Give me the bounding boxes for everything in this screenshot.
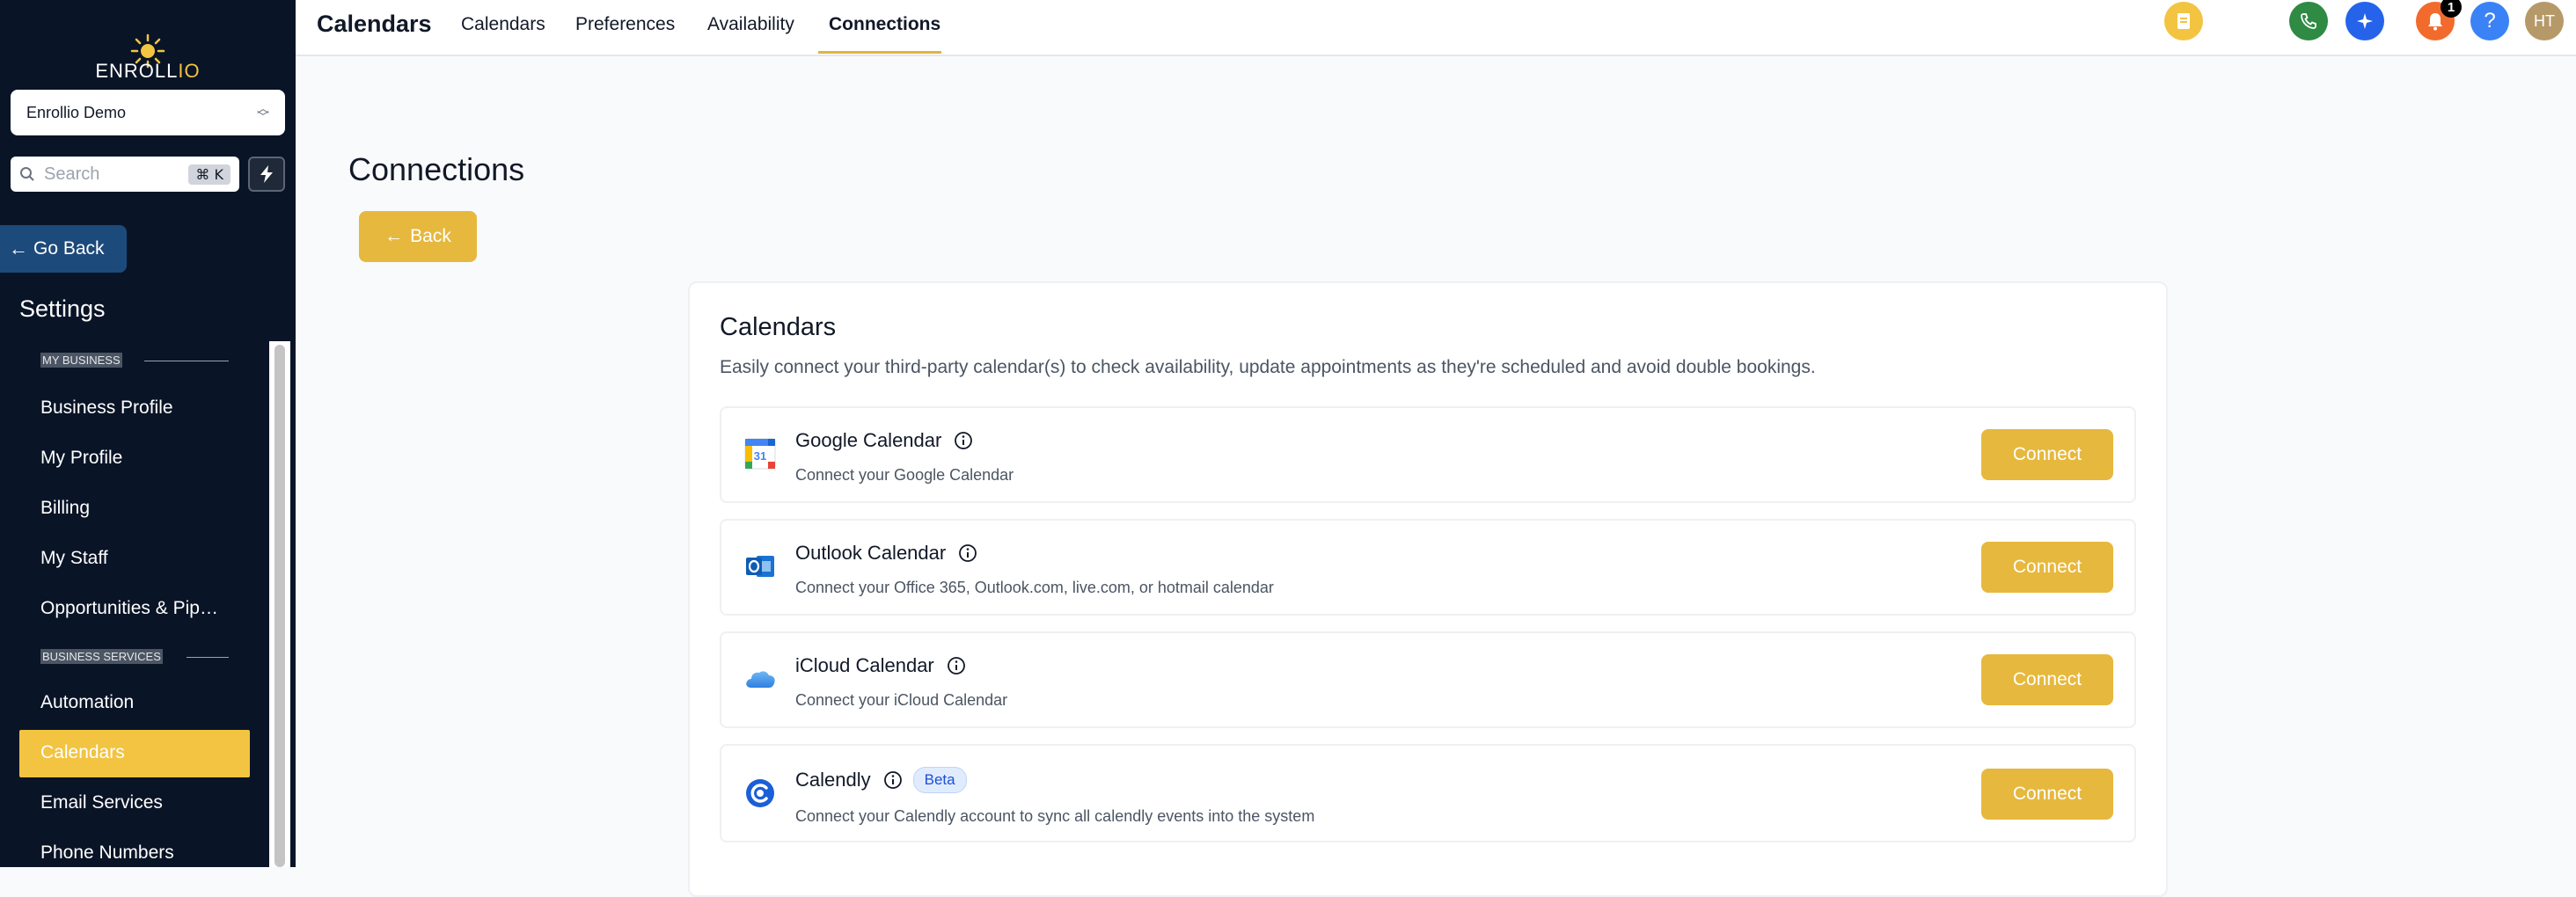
notifications-button[interactable]: 1 [2416, 0, 2462, 40]
section-label-my-business: MY BUSINESS [40, 353, 122, 368]
provider-name: iCloud Calendar [795, 654, 966, 677]
section-label-business-services: BUSINESS SERVICES [40, 649, 163, 664]
provider-name: Outlook Calendar [795, 542, 977, 565]
page-title: Calendars [317, 11, 432, 37]
card-description: Easily connect your third-party calendar… [720, 357, 1816, 377]
arrow-left-icon: ← [384, 226, 404, 246]
provider-subtitle: Connect your Calendly account to sync al… [795, 807, 1315, 825]
calendly-icon [746, 779, 774, 807]
search-input[interactable]: Search ⌘ K [11, 157, 239, 192]
sidebar-item-opportunities[interactable]: Opportunities & Pipe… [40, 598, 225, 619]
active-tab-indicator [818, 51, 941, 54]
settings-title: Settings [19, 295, 106, 322]
avatar-initials: HT [2534, 11, 2555, 30]
provider-row-google: 31 Google Calendar Connect your Google C… [720, 406, 2136, 503]
provider-row-icloud: iCloud Calendar Connect your iCloud Cale… [720, 631, 2136, 728]
arrow-left-icon: ← [9, 237, 28, 259]
location-select[interactable]: Enrollio Demo ︿ ﹀ [11, 90, 285, 135]
chevron-up-down-icon: ︿ ﹀ [257, 101, 269, 124]
sidebar-item-my-staff[interactable]: My Staff [40, 548, 225, 569]
notes-icon [2177, 13, 2190, 29]
help-button[interactable]: ? [2470, 2, 2509, 40]
search-placeholder: Search [44, 164, 100, 184]
go-back-label: Go Back [33, 238, 105, 259]
help-icon: ? [2484, 9, 2496, 33]
notes-button[interactable] [2164, 2, 2203, 40]
sidebar-item-my-profile[interactable]: My Profile [40, 448, 225, 469]
info-icon[interactable] [883, 770, 903, 790]
search-icon [20, 167, 34, 181]
location-name: Enrollio Demo [26, 103, 127, 121]
search-shortcut: ⌘ K [188, 164, 231, 185]
provider-row-outlook: Outlook Calendar Connect your Office 365… [720, 519, 2136, 616]
sidebar-item-business-profile[interactable]: Business Profile [40, 397, 225, 419]
icloud-icon [746, 671, 775, 688]
sparkle-icon [2357, 13, 2373, 29]
notification-count-badge: 1 [2441, 0, 2462, 18]
connect-google-button[interactable]: Connect [1981, 429, 2113, 480]
section-divider [187, 657, 229, 658]
info-icon[interactable] [954, 431, 973, 450]
page-heading: Connections [348, 151, 525, 187]
bell-icon [2428, 13, 2442, 31]
connect-outlook-button[interactable]: Connect [1981, 542, 2113, 593]
tab-preferences[interactable]: Preferences [575, 14, 675, 35]
sidebar: ENROLLIO Enrollio Demo ︿ ﹀ Search ⌘ K ← G… [0, 0, 296, 867]
provider-subtitle: Connect your Google Calendar [795, 466, 1014, 484]
sidebar-item-email-services[interactable]: Email Services [40, 792, 225, 813]
back-label: Back [410, 226, 451, 246]
provider-row-calendly: Calendly Beta Connect your Calendly acco… [720, 744, 2136, 842]
quick-action-button[interactable] [248, 157, 285, 192]
sidebar-item-automation[interactable]: Automation [40, 692, 225, 713]
logo-text: ENROLLIO [95, 60, 201, 82]
sidebar-scrollbar-thumb[interactable] [274, 345, 285, 867]
phone-button[interactable] [2289, 2, 2328, 40]
tab-connections[interactable]: Connections [829, 14, 940, 35]
outlook-icon [746, 556, 774, 577]
logo[interactable]: ENROLLIO [0, 16, 296, 82]
back-button[interactable]: ← Back [359, 211, 477, 262]
top-bar: Calendars Calendars Preferences Availabi… [296, 0, 2576, 56]
google-calendar-icon: 31 [744, 438, 776, 470]
ai-assistant-button[interactable] [2345, 2, 2384, 40]
sidebar-item-calendars[interactable]: Calendars [40, 742, 225, 763]
go-back-button[interactable]: ← Go Back [0, 225, 127, 273]
provider-name: Google Calendar [795, 429, 973, 452]
info-icon[interactable] [958, 543, 977, 563]
card-title: Calendars [720, 313, 837, 341]
beta-badge: Beta [912, 767, 967, 793]
connect-calendly-button[interactable]: Connect [1981, 769, 2113, 820]
bolt-icon [260, 165, 273, 183]
provider-name: Calendly Beta [795, 767, 967, 793]
tab-availability[interactable]: Availability [707, 14, 794, 35]
provider-subtitle: Connect your iCloud Calendar [795, 691, 1008, 709]
svg-text:31: 31 [754, 449, 766, 463]
avatar[interactable]: HT [2525, 2, 2564, 40]
sidebar-item-billing[interactable]: Billing [40, 498, 225, 519]
sidebar-item-phone-numbers[interactable]: Phone Numbers [40, 842, 225, 864]
connect-icloud-button[interactable]: Connect [1981, 654, 2113, 705]
tab-calendars[interactable]: Calendars [461, 14, 545, 35]
phone-icon [2301, 13, 2316, 29]
info-icon[interactable] [947, 656, 966, 675]
provider-subtitle: Connect your Office 365, Outlook.com, li… [795, 579, 1274, 596]
